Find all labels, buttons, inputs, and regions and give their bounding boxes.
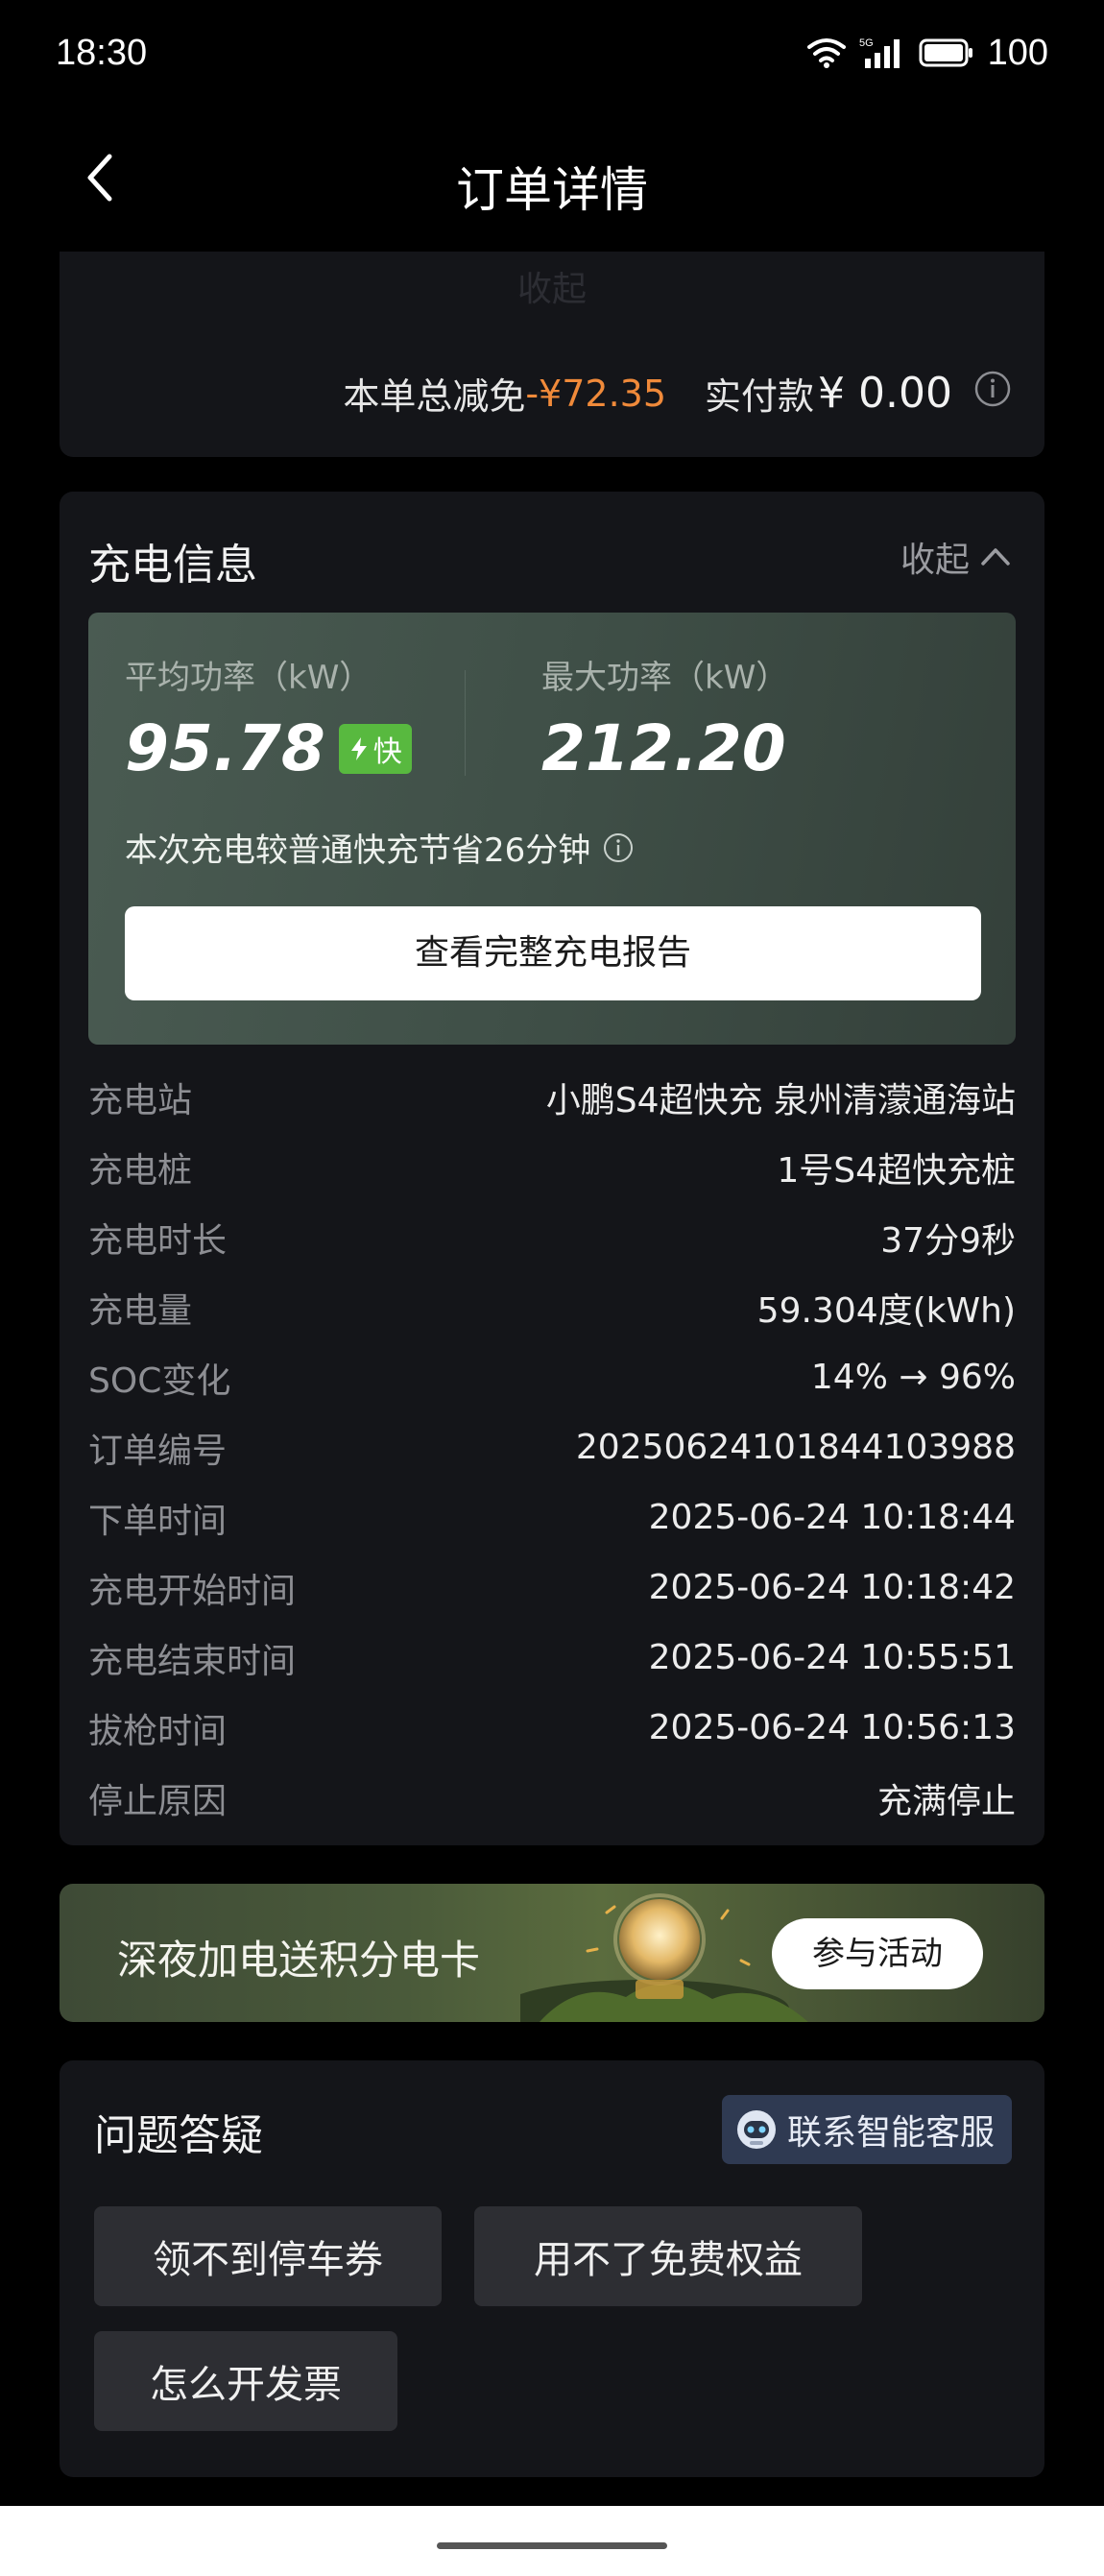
order-summary-card: 收起 本单总减免 -¥72.35 实付款 ¥ 0.00 <box>60 252 1044 457</box>
total-discount-value: -¥72.35 <box>525 372 667 415</box>
total-discount-label: 本单总减免 <box>343 375 526 418</box>
contact-support-label: 联系智能客服 <box>786 2113 995 2153</box>
panel-divider <box>465 670 466 776</box>
detail-label: 充电站 <box>88 1080 193 1120</box>
detail-value: 2025-06-24 10:18:44 <box>648 1498 1016 1537</box>
avg-power-label: 平均功率（kW） <box>125 659 372 697</box>
detail-value: 14% → 96% <box>810 1358 1016 1397</box>
detail-row: 充电时长 37分9秒 <box>88 1202 1016 1272</box>
detail-value: 59.304度(kWh) <box>756 1290 1016 1331</box>
promo-text: 深夜加电送积分电卡 <box>117 1937 481 1984</box>
detail-label: 充电开始时间 <box>88 1571 297 1611</box>
max-power-value: 212.20 <box>541 711 786 785</box>
detail-row: 停止原因 充满停止 <box>88 1763 1016 1833</box>
fast-badge-label: 快 <box>372 734 402 769</box>
network-label: 5G <box>859 37 874 49</box>
detail-row: 充电开始时间 2025-06-24 10:18:42 <box>88 1553 1016 1623</box>
max-power-label: 最大功率（kW） <box>541 659 789 697</box>
detail-value: 充满停止 <box>876 1781 1016 1821</box>
detail-value: 2025-06-24 10:55:51 <box>648 1638 1016 1677</box>
detail-row: 下单时间 2025-06-24 10:18:44 <box>88 1482 1016 1553</box>
wifi-icon <box>806 38 846 68</box>
chevron-up-icon <box>981 548 1010 566</box>
avg-power-metric: 平均功率（kW） 95.78 快 <box>125 651 412 785</box>
nav-bar: 订单详情 <box>0 125 1104 230</box>
detail-value: 37分9秒 <box>880 1220 1016 1261</box>
promo-banner[interactable]: 深夜加电送积分电卡 参与活动 <box>60 1884 1044 2022</box>
avg-power-value: 95.78 <box>125 711 325 785</box>
status-bar: 18:30 5G 100 <box>0 0 1104 106</box>
detail-value: 小鹏S4超快充 泉州清濛通海站 <box>545 1080 1016 1120</box>
detail-row: 充电量 59.304度(kWh) <box>88 1272 1016 1342</box>
page-title: 订单详情 <box>456 162 648 218</box>
max-power-value-row: 212.20 <box>541 711 788 785</box>
faq-title: 问题答疑 <box>94 2111 263 2160</box>
join-activity-button[interactable]: 参与活动 <box>772 1918 983 1989</box>
detail-value: 2025-06-24 10:56:13 <box>648 1708 1016 1747</box>
avg-power-value-row: 95.78 快 <box>125 711 412 785</box>
faq-chip-parking[interactable]: 领不到停车券 <box>94 2206 442 2306</box>
detail-label: 充电桩 <box>88 1150 193 1191</box>
faq-card: 问题答疑 联系智能客服 领不到停车券 用不了免费权益 怎么开发票 <box>60 2060 1044 2477</box>
battery-level: 100 <box>987 32 1048 73</box>
detail-label: 拔枪时间 <box>88 1711 228 1751</box>
detail-label: 停止原因 <box>88 1781 228 1821</box>
charging-info-card: 充电信息 收起 平均功率（kW） 95.78 快 最大功率（kW） 212.20… <box>60 492 1044 1845</box>
detail-row: SOC变化 14% → 96% <box>88 1342 1016 1412</box>
time-saving-note: 本次充电较普通快充节省26分钟 <box>125 824 635 871</box>
paid-value: ¥ 0.00 <box>818 369 952 418</box>
home-indicator[interactable] <box>437 2542 667 2549</box>
detail-row: 拔枪时间 2025-06-24 10:56:13 <box>88 1693 1016 1763</box>
detail-row: 充电桩 1号S4超快充桩 <box>88 1132 1016 1202</box>
view-report-button[interactable]: 查看完整充电报告 <box>125 906 981 1000</box>
detail-row: 充电站 小鹏S4超快充 泉州清濛通海站 <box>88 1062 1016 1132</box>
detail-value: 1号S4超快充桩 <box>777 1150 1016 1191</box>
detail-label: 充电结束时间 <box>88 1641 297 1681</box>
detail-label: 充电量 <box>88 1290 193 1331</box>
charging-detail-list: 充电站 小鹏S4超快充 泉州清濛通海站 充电桩 1号S4超快充桩 充电时长 37分9秒 充电… <box>88 1062 1016 1833</box>
detail-row: 订单编号 20250624101844103988 <box>88 1412 1016 1482</box>
detail-label: SOC变化 <box>88 1360 231 1401</box>
power-panel: 平均功率（kW） 95.78 快 最大功率（kW） 212.20 本次充电较普通… <box>88 613 1016 1045</box>
faq-chip-benefits[interactable]: 用不了免费权益 <box>474 2206 862 2306</box>
summary-collapse-ghost: 收起 <box>516 270 587 309</box>
collapse-label: 收起 <box>900 541 970 580</box>
detail-value: 20250624101844103988 <box>575 1428 1016 1467</box>
detail-row: 充电结束时间 2025-06-24 10:55:51 <box>88 1623 1016 1693</box>
collapse-button[interactable]: 收起 <box>900 532 1012 582</box>
lightning-icon <box>350 736 367 760</box>
section-title: 充电信息 <box>88 541 257 590</box>
max-power-metric: 最大功率（kW） 212.20 <box>541 651 788 785</box>
paid-label: 实付款 <box>705 375 815 418</box>
status-icons: 5G 100 <box>806 32 1048 74</box>
detail-label: 充电时长 <box>88 1220 228 1261</box>
battery-icon <box>919 38 972 67</box>
detail-value: 2025-06-24 10:18:42 <box>648 1568 1016 1607</box>
time-saving-text: 本次充电较普通快充节省26分钟 <box>125 831 591 870</box>
fast-charge-badge: 快 <box>338 723 412 774</box>
info-icon[interactable] <box>973 370 1012 417</box>
bottom-bar <box>0 2506 1104 2576</box>
payment-summary: 本单总减免 -¥72.35 实付款 ¥ 0.00 <box>343 367 1012 420</box>
detail-label: 订单编号 <box>88 1431 228 1471</box>
status-time: 18:30 <box>56 32 148 73</box>
contact-support-button[interactable]: 联系智能客服 <box>721 2095 1012 2164</box>
faq-chip-invoice[interactable]: 怎么开发票 <box>94 2331 397 2431</box>
cellular-5g-icon: 5G <box>859 37 900 68</box>
info-icon[interactable] <box>602 831 635 864</box>
detail-label: 下单时间 <box>88 1501 228 1541</box>
robot-avatar-icon <box>736 2110 776 2149</box>
